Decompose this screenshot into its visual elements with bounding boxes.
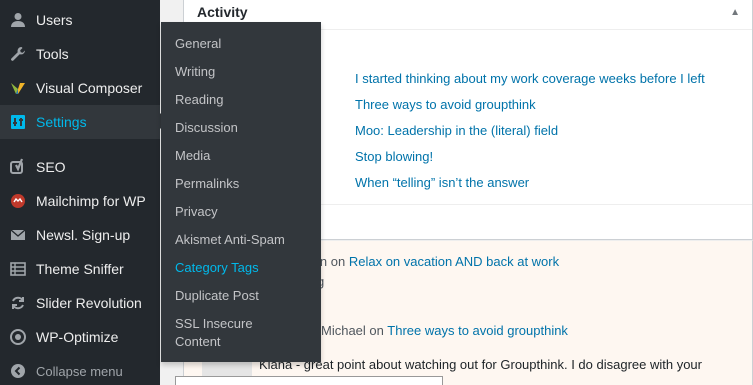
submenu-item-media[interactable]: Media: [175, 147, 315, 165]
comment-on-text: on: [330, 254, 346, 269]
recent-post-link[interactable]: Stop blowing!: [355, 149, 433, 164]
list-icon: [0, 260, 36, 278]
sidebar-item-slider-revolution[interactable]: Slider Revolution: [0, 286, 160, 320]
comment-author: Michael: [321, 323, 366, 338]
comment-post-link[interactable]: Three ways to avoid groupthink: [387, 323, 568, 338]
sidebar-item-label: Slider Revolution: [36, 295, 142, 311]
submenu-item-duplicate-post[interactable]: Duplicate Post: [175, 287, 315, 305]
sidebar-item-users[interactable]: Users: [0, 3, 160, 37]
refresh-icon: [0, 294, 36, 312]
recent-post-link[interactable]: I started thinking about my work coverag…: [355, 71, 705, 86]
submenu-item-general[interactable]: General: [175, 35, 315, 53]
sidebar-item-theme-sniffer[interactable]: Theme Sniffer: [0, 252, 160, 286]
admin-sidebar: Users Tools Visual Composer Settings SEO…: [0, 0, 161, 385]
users-icon: [0, 11, 36, 29]
submenu-item-akismet[interactable]: Akismet Anti-Spam: [175, 231, 315, 249]
recent-post-link[interactable]: Three ways to avoid groupthink: [355, 97, 536, 112]
sidebar-item-seo[interactable]: SEO: [0, 150, 160, 184]
envelope-icon: [0, 226, 36, 244]
sidebar-item-label: Newsl. Sign-up: [36, 227, 131, 243]
comment-meta: in on Relax on vacation AND back at work: [317, 254, 559, 269]
recent-post-link[interactable]: When “telling” isn’t the answer: [355, 175, 529, 190]
status-url-tooltip: [175, 376, 443, 385]
toggle-panel-icon[interactable]: ▲: [730, 7, 740, 18]
sidebar-item-label: SEO: [36, 159, 66, 175]
collapse-menu-label: Collapse menu: [36, 363, 123, 379]
sidebar-item-settings[interactable]: Settings: [0, 105, 160, 139]
submenu-item-permalinks[interactable]: Permalinks: [175, 175, 315, 193]
submenu-item-discussion[interactable]: Discussion: [175, 119, 315, 137]
comment-post-link[interactable]: Relax on vacation AND back at work: [349, 254, 559, 269]
sidebar-item-label: Visual Composer: [36, 80, 143, 96]
sidebar-item-label: Settings: [36, 114, 87, 130]
collapse-menu-button[interactable]: Collapse menu: [0, 354, 160, 385]
sidebar-item-label: Mailchimp for WP: [36, 193, 146, 209]
sidebar-item-visual-composer[interactable]: Visual Composer: [0, 71, 160, 105]
submenu-item-privacy[interactable]: Privacy: [175, 203, 315, 221]
submenu-item-ssl-insecure-content[interactable]: SSL Insecure Content: [175, 315, 285, 351]
settings-submenu: General Writing Reading Discussion Media…: [161, 22, 321, 362]
sidebar-item-wp-optimize[interactable]: WP-Optimize: [0, 320, 160, 354]
wrench-icon: [0, 45, 36, 63]
submenu-item-category-tags[interactable]: Category Tags: [175, 259, 315, 277]
comment-on-text: on: [369, 323, 384, 338]
sidebar-item-label: Theme Sniffer: [36, 261, 124, 277]
sidebar-item-label: WP-Optimize: [36, 329, 119, 345]
comment-text: Kiana - great point about watching out f…: [259, 357, 702, 372]
settings-icon: [0, 113, 36, 131]
visual-composer-icon: [0, 79, 36, 97]
sidebar-item-tools[interactable]: Tools: [0, 37, 160, 71]
collapse-icon: [0, 362, 36, 380]
mailchimp-icon: [0, 192, 36, 210]
activity-title: Activity: [197, 4, 248, 20]
sidebar-item-label: Users: [36, 12, 73, 28]
yoast-icon: [0, 158, 36, 176]
comment-meta: Michael on Three ways to avoid groupthin…: [321, 323, 568, 338]
recent-post-link[interactable]: Moo: Leadership in the (literal) field: [355, 123, 558, 138]
submenu-item-reading[interactable]: Reading: [175, 91, 315, 109]
sidebar-item-newsletter-signup[interactable]: Newsl. Sign-up: [0, 218, 160, 252]
sidebar-item-label: Tools: [36, 46, 69, 62]
current-menu-arrow: [153, 113, 161, 129]
wp-optimize-icon: [0, 328, 36, 346]
sidebar-item-mailchimp[interactable]: Mailchimp for WP: [0, 184, 160, 218]
submenu-item-writing[interactable]: Writing: [175, 63, 315, 81]
